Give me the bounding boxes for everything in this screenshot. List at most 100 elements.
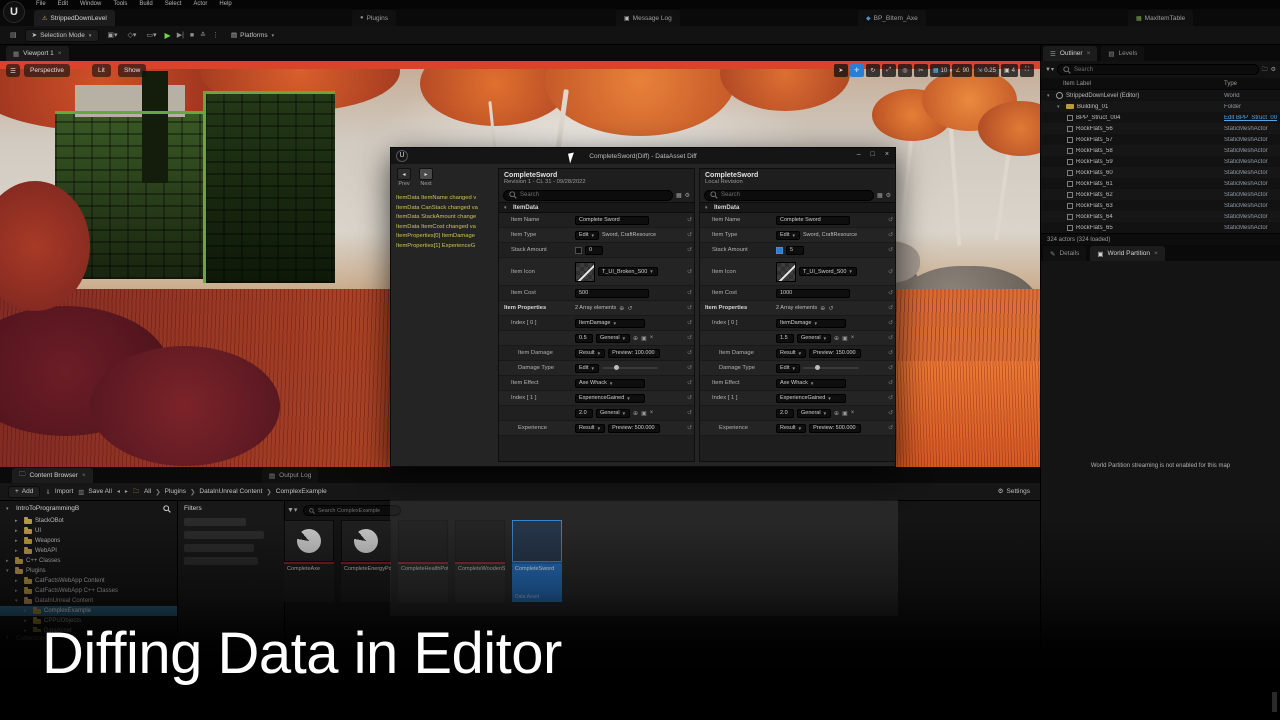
property-row[interactable]: 2.0General▼⊕▣×↺ [700, 406, 895, 421]
table-row[interactable]: RockFlats_64StaticMeshActor [1041, 211, 1280, 222]
view-options-icon[interactable]: ▦ [877, 192, 883, 199]
property-row[interactable]: Item Properties2 Array elements⊕↺↺ [499, 301, 694, 316]
result-dropdown[interactable]: Result▼ [776, 424, 806, 433]
diff-category-header[interactable]: ▾ItemData [499, 202, 694, 213]
checkbox[interactable] [776, 247, 783, 254]
table-row[interactable]: RockFlats_63StaticMeshActor [1041, 200, 1280, 211]
table-row[interactable]: BPP_Struct_004Edit BPP_Struct_00 [1041, 112, 1280, 123]
sidebar-item-plugins[interactable]: ▾Plugins [0, 566, 177, 576]
property-row[interactable]: Stack Amount5↺ [700, 243, 895, 258]
result-dropdown[interactable]: Result▼ [575, 349, 605, 358]
sources-root[interactable]: ▾ IntroToProgrammingB [0, 501, 177, 516]
property-row[interactable]: Item DamageResult▼Preview: 150.000↺ [700, 346, 895, 361]
move-tool[interactable]: ✛ [850, 64, 864, 77]
blueprints-dropdown-icon[interactable]: ◇▾ [126, 31, 139, 39]
table-row[interactable]: ▾Building_01Folder [1041, 101, 1280, 112]
sidebar-item-stackobot[interactable]: ▸StackOBot [0, 516, 177, 526]
close-icon[interactable]: × [1154, 250, 1158, 257]
revert-icon[interactable]: ↺ [687, 305, 692, 312]
property-row[interactable]: Item Cost500↺ [499, 286, 694, 301]
clear-array-icon[interactable]: ↺ [828, 305, 833, 312]
table-row[interactable]: RockFlats_57StaticMeshActor [1041, 134, 1280, 145]
menu-item-build[interactable]: Build [139, 0, 152, 9]
filter-item[interactable] [184, 557, 258, 565]
chevron-right-icon[interactable]: ▸ [15, 518, 21, 524]
property-row[interactable]: Item IconT_UI_Sword_S00▼↺ [700, 258, 895, 286]
property-row[interactable]: Item DamageResult▼Preview: 100.000↺ [499, 346, 694, 361]
sidebar-item-catfactswebapp-content[interactable]: ▸CatFactsWebApp Content [0, 576, 177, 586]
diff-change-entry[interactable]: ItemProperties[0] ItemDamage [396, 232, 496, 242]
breadcrumb-segment[interactable]: All [144, 488, 151, 495]
clear-filter-icon[interactable]: ⚙ [685, 192, 690, 199]
editor-tab-bp_bitem_axe[interactable]: ◆BP_BItem_Axe [858, 10, 926, 26]
text-field[interactable]: 1000 [776, 289, 850, 298]
property-row[interactable]: 1.5General▼⊕▣×↺ [700, 331, 895, 346]
diff-search-input[interactable]: Search [503, 190, 673, 201]
filter-item[interactable] [184, 518, 246, 526]
property-row[interactable]: ExperienceResult▼Preview: 500.000↺ [499, 421, 694, 436]
clear-filter-icon[interactable]: ⚙ [886, 192, 891, 199]
select-tool[interactable]: ➤ [834, 64, 848, 77]
revert-icon[interactable]: ↺ [687, 410, 692, 417]
tab-output-log[interactable]: ▤ Output Log [262, 468, 318, 483]
value-slider[interactable] [803, 367, 859, 369]
new-folder-icon[interactable]: 🗀 [1262, 65, 1268, 75]
column-item-label[interactable]: Item Label [1041, 81, 1224, 87]
revert-icon[interactable]: ↺ [687, 290, 692, 297]
asset-picker-dropdown[interactable]: T_UI_Broken_S00▼ [598, 267, 658, 276]
filter-icon[interactable]: ▼▾ [1045, 66, 1054, 73]
play-button[interactable]: ▶ [165, 31, 171, 40]
skip-button[interactable]: ▶| [177, 31, 184, 39]
revert-icon[interactable]: ↺ [687, 232, 692, 239]
property-row[interactable]: Item TypeEdit▼Sword, CraftResource↺ [700, 228, 895, 243]
insert-icon[interactable]: ⊕ [633, 335, 638, 342]
enum-dropdown[interactable]: General▼ [797, 409, 831, 418]
revert-icon[interactable]: ↺ [687, 350, 692, 357]
chevron-down-icon[interactable]: ▾ [15, 598, 21, 604]
add-element-icon[interactable]: ⊕ [619, 305, 624, 312]
column-type[interactable]: Type [1224, 81, 1280, 87]
outliner-settings-icon[interactable]: ⚙ [1271, 66, 1276, 73]
menu-item-window[interactable]: Window [80, 0, 101, 9]
table-row[interactable]: RockFlats_61StaticMeshActor [1041, 178, 1280, 189]
scale-snap-toggle[interactable]: ⇲0.25 [974, 64, 999, 77]
chevron-right-icon[interactable]: ▸ [24, 608, 30, 614]
diff-change-entry[interactable]: ItemData ItemCost changed va [396, 223, 496, 233]
search-icon[interactable] [163, 505, 171, 513]
revert-icon[interactable]: ↺ [687, 425, 692, 432]
surface-snap-toggle[interactable]: ✂ [914, 64, 928, 77]
modes-dropdown-icon[interactable]: ▣▾ [105, 31, 119, 39]
diff-search-input[interactable]: Search [704, 190, 874, 201]
sidebar-item-catfactswebapp-c-classes[interactable]: ▸CatFactsWebApp C++ Classes [0, 586, 177, 596]
maximize-button[interactable]: □ [871, 151, 875, 158]
result-dropdown[interactable]: Result▼ [575, 424, 605, 433]
property-row[interactable]: Index [ 1 ]ExperienceGained▼↺ [499, 391, 694, 406]
revert-icon[interactable]: ↺ [687, 335, 692, 342]
chevron-right-icon[interactable]: ▸ [15, 588, 21, 594]
table-row[interactable]: ▾StrippedDownLevel (Editor)World [1041, 90, 1280, 101]
diff-category-header[interactable]: ▾ItemData [700, 202, 895, 213]
struct-dropdown[interactable]: ExperienceGained▼ [575, 394, 645, 403]
number-field[interactable]: 2.0 [776, 409, 794, 418]
revert-icon[interactable]: ↺ [888, 268, 893, 275]
checkbox[interactable] [575, 247, 582, 254]
property-row[interactable]: Item IconT_UI_Broken_S00▼↺ [499, 258, 694, 286]
delete-icon[interactable]: × [650, 410, 654, 416]
sidebar-item-c-classes[interactable]: ▸C++ Classes [0, 556, 177, 566]
number-field[interactable]: 5 [786, 246, 804, 255]
chevron-down-icon[interactable]: ▾ [1047, 93, 1053, 99]
table-row[interactable]: RockFlats_56StaticMeshActor [1041, 123, 1280, 134]
property-row[interactable]: Item EffectAxe Whack▼↺ [700, 376, 895, 391]
struct-dropdown[interactable]: Axe Whack▼ [776, 379, 846, 388]
show-dropdown[interactable]: Show [118, 64, 146, 77]
revert-icon[interactable]: ↺ [888, 305, 893, 312]
selection-mode-dropdown[interactable]: ➤ Selection Mode ▼ [25, 29, 100, 42]
revert-icon[interactable]: ↺ [687, 395, 692, 402]
revert-icon[interactable]: ↺ [687, 268, 692, 275]
revert-icon[interactable]: ↺ [888, 425, 893, 432]
play-options-icon[interactable]: ⋮ [212, 31, 219, 39]
property-row[interactable]: Item TypeEdit▼Sword, CraftResource↺ [499, 228, 694, 243]
back-button[interactable]: ◂ [117, 488, 120, 495]
editor-tab-plugins[interactable]: ●Plugins [352, 10, 396, 26]
property-row[interactable]: Index [ 0 ]ItemDamage▼↺ [700, 316, 895, 331]
